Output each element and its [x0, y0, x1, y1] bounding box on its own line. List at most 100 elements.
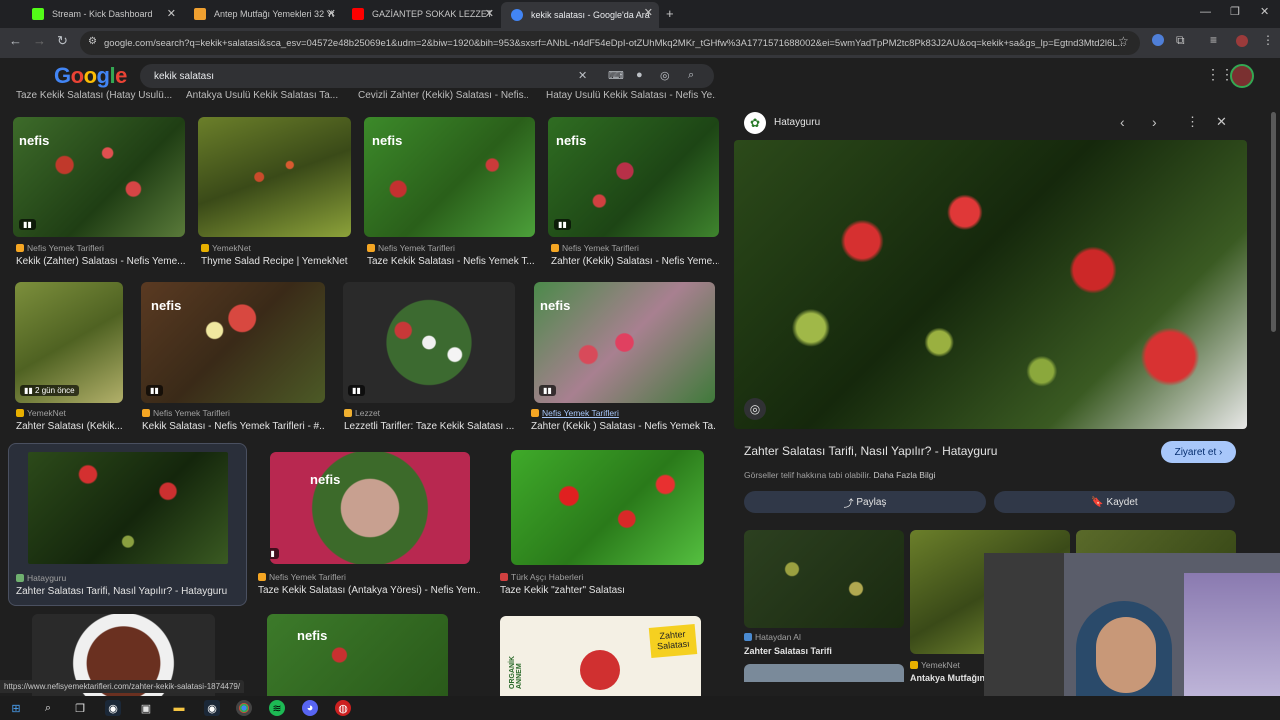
steam-app-icon[interactable]: ◉: [204, 700, 220, 716]
video-badge: ▮▮: [19, 219, 36, 230]
close-window-icon[interactable]: ✕: [1260, 5, 1269, 18]
source-favicon: [142, 409, 150, 417]
store-icon[interactable]: ▣: [138, 700, 154, 716]
file-explorer-icon[interactable]: ▬: [171, 700, 187, 716]
task-view-icon[interactable]: ❐: [72, 700, 88, 716]
close-icon[interactable]: ✕: [485, 7, 494, 20]
visit-button[interactable]: Ziyaret et ›: [1161, 441, 1236, 463]
image-result[interactable]: Zahter Salatası ORGANİK ANNEM: [500, 616, 701, 696]
image-result[interactable]: ▮▮ 2 gün önce YemekNet Zahter Salatası (…: [15, 282, 123, 434]
profile-avatar[interactable]: [1236, 35, 1248, 47]
image-result[interactable]: nefis ▮▮ Nefis Yemek Tarifleri Kekik (Za…: [13, 117, 186, 267]
restore-icon[interactable]: ❐: [1230, 5, 1240, 18]
share-button[interactable]: ⤴ Paylaş: [744, 491, 986, 513]
tab-google-search[interactable]: kekik salatası - Google'da Ara ✕: [501, 2, 659, 28]
salad-thumbnail: nefis ▮▮: [141, 282, 325, 403]
nefis-watermark: nefis: [372, 133, 403, 148]
url-input[interactable]: ⚙ google.com/search?q=kekik+salatasi&sca…: [80, 31, 1140, 55]
salad-thumbnail: [28, 452, 228, 564]
image-result[interactable]: nefis ▮▮ Nefis Yemek Tarifleri Zahter (K…: [548, 117, 719, 267]
lens-search-icon[interactable]: ◎: [744, 398, 766, 420]
panel-site-name[interactable]: Hatayguru: [774, 117, 820, 128]
site-info-icon[interactable]: ⚙: [88, 36, 97, 47]
bookmark-star-icon[interactable]: ☆: [1118, 34, 1129, 48]
image-result[interactable]: nefis ▮▮ Nefis Yemek Tarifleri Taze Keki…: [258, 452, 480, 602]
image-result[interactable]: nefis ▮▮ Nefis Yemek Tarifleri Zahter (K…: [531, 282, 715, 434]
image-result[interactable]: nefis Nefis Yemek Tarifleri Taze Kekik S…: [364, 117, 535, 267]
reload-icon[interactable]: ↻: [57, 33, 68, 49]
scrollbar-thumb[interactable]: [1271, 112, 1276, 332]
image-result[interactable]: ▮▮ Lezzet Lezzetli Tarifler: Taze Kekik …: [343, 282, 515, 434]
result-caption[interactable]: Antakya Usulü Kekik Salatası Ta...: [186, 90, 346, 101]
related-image[interactable]: [744, 664, 904, 682]
webcam-overlay: [984, 553, 1280, 720]
windows-taskbar: ⊞ ⌕ ❐ ◉ ▣ ▬ ◉ ≋ ◕ ◍: [0, 696, 1280, 720]
windows-start-icon[interactable]: ⊞: [8, 700, 24, 716]
prev-image-icon[interactable]: ‹: [1120, 114, 1125, 130]
organik-label: ORGANİK ANNEM: [509, 655, 523, 689]
kick-icon: [32, 8, 44, 20]
search-icon[interactable]: ⌕: [40, 700, 56, 716]
tab-kick-dashboard[interactable]: Stream - Kick Dashboard ✕: [22, 3, 182, 25]
more-info-link[interactable]: Daha Fazla Bilgi: [873, 470, 935, 480]
source-favicon: [551, 244, 559, 252]
video-badge: ▮▮: [539, 385, 556, 396]
close-icon[interactable]: ✕: [644, 6, 653, 19]
minimize-icon[interactable]: —: [1200, 6, 1211, 18]
preview-image[interactable]: ◎: [734, 140, 1247, 429]
account-avatar[interactable]: [1230, 64, 1254, 88]
related-caption[interactable]: Antakya Mutfağında...: [910, 673, 985, 683]
result-caption[interactable]: Hatay Usulü Kekik Salatası - Nefis Ye...: [546, 90, 716, 101]
clear-icon[interactable]: ✕: [578, 69, 587, 82]
image-result[interactable]: nefis: [267, 614, 448, 696]
extensions-puzzle-icon[interactable]: ⧉: [1176, 33, 1185, 48]
tab-search-icon[interactable]: ≡: [1210, 33, 1217, 47]
discord-icon[interactable]: ◕: [302, 700, 318, 716]
chrome-icon[interactable]: [236, 700, 252, 716]
microphone-icon[interactable]: ●: [636, 69, 643, 81]
back-icon[interactable]: ←: [9, 33, 22, 48]
google-logo[interactable]: Google: [54, 63, 127, 89]
lens-icon[interactable]: ◎: [660, 69, 670, 82]
more-options-icon[interactable]: ⋮: [1186, 114, 1199, 130]
browser-tab-bar: Stream - Kick Dashboard ✕ Antep Mutfağı …: [0, 0, 1280, 28]
steam-icon[interactable]: ◉: [105, 700, 121, 716]
spotify-icon[interactable]: ≋: [269, 700, 285, 716]
nefis-watermark: nefis: [297, 628, 328, 643]
tab-antep-mutfagi[interactable]: Antep Mutfağı Yemekleri 32 Yo ✕: [184, 3, 342, 25]
search-icon[interactable]: ⌕: [688, 69, 694, 82]
source-name: Nefis Yemek Tarifleri: [378, 243, 455, 253]
image-result[interactable]: Türk Aşçı Haberleri Taze Kekik "zahter" …: [500, 450, 710, 602]
salad-thumbnail: nefis ▮▮: [270, 452, 470, 564]
image-result[interactable]: nefis ▮▮ Nefis Yemek Tarifleri Kekik Sal…: [141, 282, 325, 434]
source-name: YemekNet: [921, 660, 960, 670]
image-result[interactable]: YemekNet Thyme Salad Recipe | YemekNet: [198, 117, 351, 267]
close-panel-icon[interactable]: ✕: [1216, 114, 1227, 130]
salad-thumbnail: ▮▮ 2 gün önce: [15, 282, 123, 403]
google-icon: [511, 9, 523, 21]
close-icon[interactable]: ✕: [327, 7, 336, 20]
address-toolbar: ← → ↻ ⚙ google.com/search?q=kekik+salata…: [0, 28, 1280, 58]
image-result-selected[interactable]: Hatayguru Zahter Salatası Tarifi, Nasıl …: [8, 443, 247, 606]
related-image[interactable]: [744, 530, 904, 628]
source-name: Hataydan Al: [755, 632, 801, 642]
source-name: Nefis Yemek Tarifleri: [269, 572, 346, 582]
panel-title[interactable]: Zahter Salatası Tarifi, Nasıl Yapılır? -…: [744, 444, 997, 458]
nefis-watermark: nefis: [151, 298, 182, 313]
tab-gaziantep-sokak[interactable]: GAZİANTEP SOKAK LEZZETLERİ ✕: [342, 3, 500, 25]
result-caption[interactable]: Taze Kekik Salatası (Hatay Usulü...: [16, 90, 176, 101]
next-image-icon[interactable]: ›: [1152, 114, 1157, 130]
search-input[interactable]: kekik salatası ✕ ⌨ ● ◎ ⌕: [140, 64, 714, 88]
new-tab-button[interactable]: +: [666, 6, 674, 21]
result-caption[interactable]: Cevizli Zahter (Kekik) Salatası - Nefis.…: [358, 90, 528, 101]
extension-icon[interactable]: [1152, 34, 1164, 46]
related-caption[interactable]: Zahter Salatası Tarifi: [744, 646, 904, 656]
save-button[interactable]: 🔖 Kaydet: [994, 491, 1235, 513]
obs-icon[interactable]: ◍: [335, 700, 351, 716]
menu-kebab-icon[interactable]: ⋮: [1262, 33, 1274, 47]
source-favicon: [258, 573, 266, 581]
keyboard-icon[interactable]: ⌨: [608, 69, 624, 82]
forward-icon[interactable]: →: [33, 33, 46, 48]
close-icon[interactable]: ✕: [167, 7, 176, 20]
source-name: Nefis Yemek Tarifleri: [153, 408, 230, 418]
